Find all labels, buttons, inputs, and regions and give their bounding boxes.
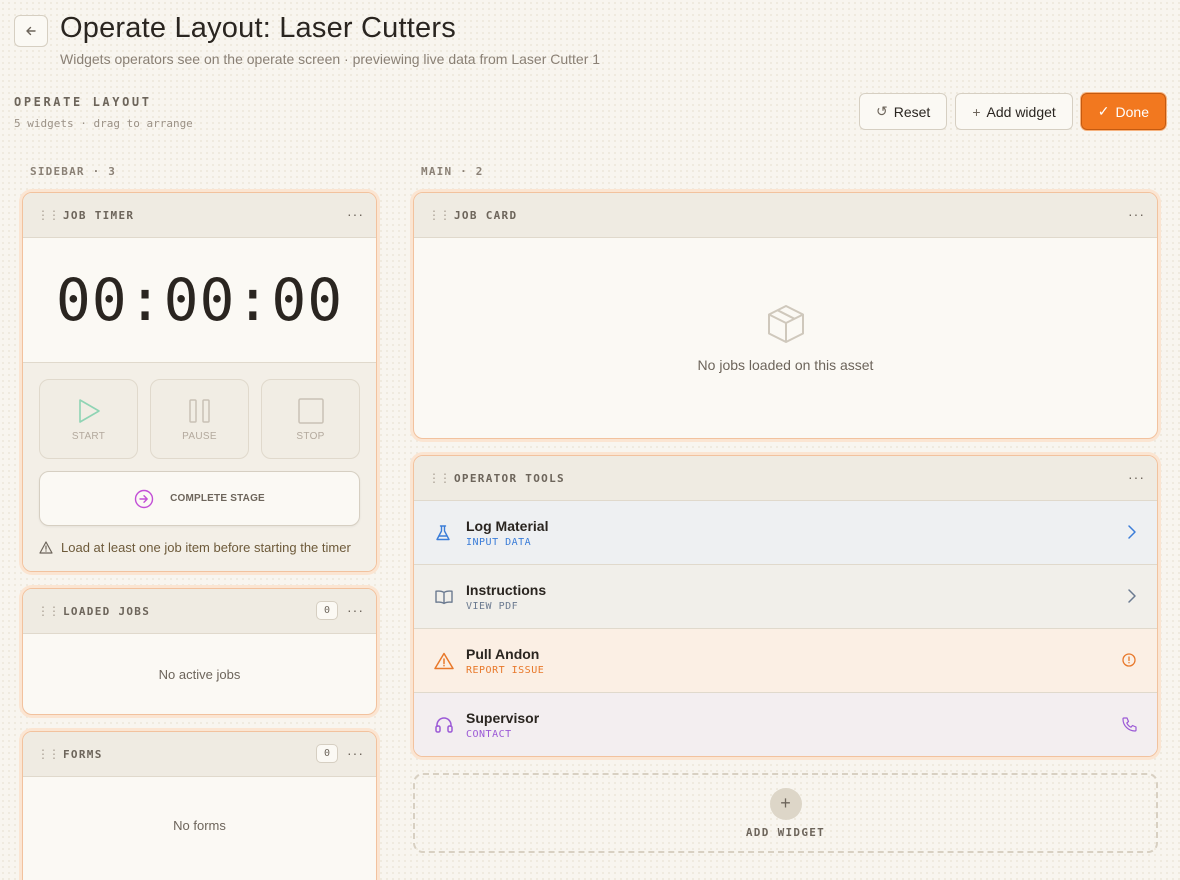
play-icon <box>78 398 100 423</box>
drag-handle-icon[interactable]: ⋮⋮ <box>428 208 451 222</box>
widget-title: OPERATOR TOOLS <box>454 471 565 485</box>
complete-stage-button[interactable]: COMPLETE STAGE <box>39 471 360 526</box>
tool-pull-andon[interactable]: Pull Andon REPORT ISSUE <box>414 629 1157 693</box>
tool-name: Pull Andon <box>466 645 540 662</box>
pause-button[interactable]: PAUSE <box>150 379 249 459</box>
drag-handle-icon[interactable]: ⋮⋮ <box>37 747 60 761</box>
widget-header: ⋮⋮ FORMS 0 ··· <box>23 732 376 777</box>
more-options-icon[interactable]: ··· <box>1128 206 1145 222</box>
done-label: Done <box>1115 103 1149 120</box>
section-sub: 5 widgets · drag to arrange <box>14 117 193 130</box>
phone-icon <box>1121 715 1137 738</box>
empty-state-text: No forms <box>173 817 226 833</box>
empty-state-text: No active jobs <box>158 666 241 682</box>
widget-header: ⋮⋮ JOB TIMER ··· <box>23 193 376 238</box>
add-widget-button[interactable]: + Add widget <box>955 93 1073 130</box>
chevron-right-icon <box>1127 587 1137 610</box>
warning-text: Load at least one job item before starti… <box>61 540 351 555</box>
more-options-icon[interactable]: ··· <box>1128 469 1145 485</box>
toolbar: ↺ Reset + Add widget ✓ Done <box>859 93 1166 130</box>
book-icon <box>434 588 454 606</box>
widget-header: ⋮⋮ OPERATOR TOOLS ··· <box>414 456 1157 501</box>
arrow-left-icon <box>26 26 36 36</box>
tool-log-material[interactable]: Log Material INPUT DATA <box>414 501 1157 565</box>
pause-icon <box>188 398 210 423</box>
tool-name: Log Material <box>466 517 549 534</box>
tool-name: Supervisor <box>466 710 540 726</box>
start-button[interactable]: START <box>39 379 138 459</box>
drag-handle-icon[interactable]: ⋮⋮ <box>37 208 60 222</box>
timer-warning: Load at least one job item before starti… <box>39 540 360 555</box>
add-widget-tile[interactable]: + ADD WIDGET <box>413 773 1158 853</box>
tool-sub: REPORT ISSUE <box>466 664 545 676</box>
done-button[interactable]: ✓ Done <box>1080 93 1166 130</box>
empty-state-text: No jobs loaded on this asset <box>697 357 874 373</box>
tool-name: Instructions <box>466 581 547 598</box>
plus-icon: + <box>769 787 802 820</box>
tool-instructions[interactable]: Instructions VIEW PDF <box>414 565 1157 629</box>
reset-button[interactable]: ↺ Reset <box>859 93 948 130</box>
sidebar-column-label: SIDEBAR · 3 <box>30 165 117 178</box>
pause-label: PAUSE <box>182 430 217 442</box>
page-subtitle: Widgets operators see on the operate scr… <box>60 51 601 67</box>
reset-label: Reset <box>893 103 931 120</box>
more-options-icon[interactable]: ··· <box>347 745 364 761</box>
plus-icon: + <box>972 103 981 120</box>
page-title: Operate Layout: Laser Cutters <box>60 12 456 44</box>
tool-sub: CONTACT <box>466 729 512 740</box>
count-badge: 0 <box>316 601 338 620</box>
warning-icon <box>39 541 53 554</box>
operator-tools-widget[interactable]: ⋮⋮ OPERATOR TOOLS ··· Log Material INPUT… <box>413 455 1158 757</box>
tool-supervisor[interactable]: Supervisor CONTACT <box>414 693 1157 756</box>
widget-header: ⋮⋮ JOB CARD ··· <box>414 193 1157 238</box>
back-button[interactable] <box>14 15 48 47</box>
more-options-icon[interactable]: ··· <box>347 206 364 222</box>
drag-handle-icon[interactable]: ⋮⋮ <box>428 471 451 485</box>
warning-icon <box>434 652 454 670</box>
widget-title: JOB CARD <box>454 208 518 222</box>
arrow-circle-right-icon <box>134 489 154 508</box>
more-options-icon[interactable]: ··· <box>347 602 364 618</box>
job-timer-widget[interactable]: ⋮⋮ JOB TIMER ··· 00:00:00 START PAUSE ST… <box>22 192 377 572</box>
job-card-widget[interactable]: ⋮⋮ JOB CARD ··· No jobs loaded on this a… <box>413 192 1158 439</box>
main-column-label: MAIN · 2 <box>421 165 484 178</box>
timer-display: 00:00:00 <box>23 238 376 363</box>
stop-icon <box>297 397 324 424</box>
add-widget-tile-label: ADD WIDGET <box>745 825 826 839</box>
alert-circle-icon <box>1121 651 1137 674</box>
tool-sub: INPUT DATA <box>466 536 532 548</box>
flask-icon <box>434 524 454 542</box>
start-label: START <box>71 430 106 442</box>
add-widget-label: Add widget <box>986 103 1056 120</box>
drag-handle-icon[interactable]: ⋮⋮ <box>37 604 60 618</box>
undo-icon: ↺ <box>876 103 888 119</box>
check-icon: ✓ <box>1097 103 1110 119</box>
chevron-right-icon <box>1127 523 1137 546</box>
count-badge: 0 <box>316 744 338 763</box>
loaded-jobs-widget[interactable]: ⋮⋮ LOADED JOBS 0 ··· No active jobs <box>22 588 377 715</box>
forms-widget[interactable]: ⋮⋮ FORMS 0 ··· No forms <box>22 731 377 880</box>
widget-header: ⋮⋮ LOADED JOBS 0 ··· <box>23 589 376 634</box>
stop-label: STOP <box>296 430 325 442</box>
stop-button[interactable]: STOP <box>261 379 360 459</box>
timer-controls: START PAUSE STOP COMPLETE STAGE Load at … <box>23 363 376 571</box>
complete-stage-label: COMPLETE STAGE <box>170 493 265 504</box>
box-icon <box>767 305 804 343</box>
tool-sub: VIEW PDF <box>466 600 519 612</box>
headset-icon <box>434 716 454 734</box>
widget-title: JOB TIMER <box>63 208 135 222</box>
widget-title: LOADED JOBS <box>63 604 151 618</box>
section-label: OPERATE LAYOUT <box>14 95 152 109</box>
widget-title: FORMS <box>63 747 103 761</box>
